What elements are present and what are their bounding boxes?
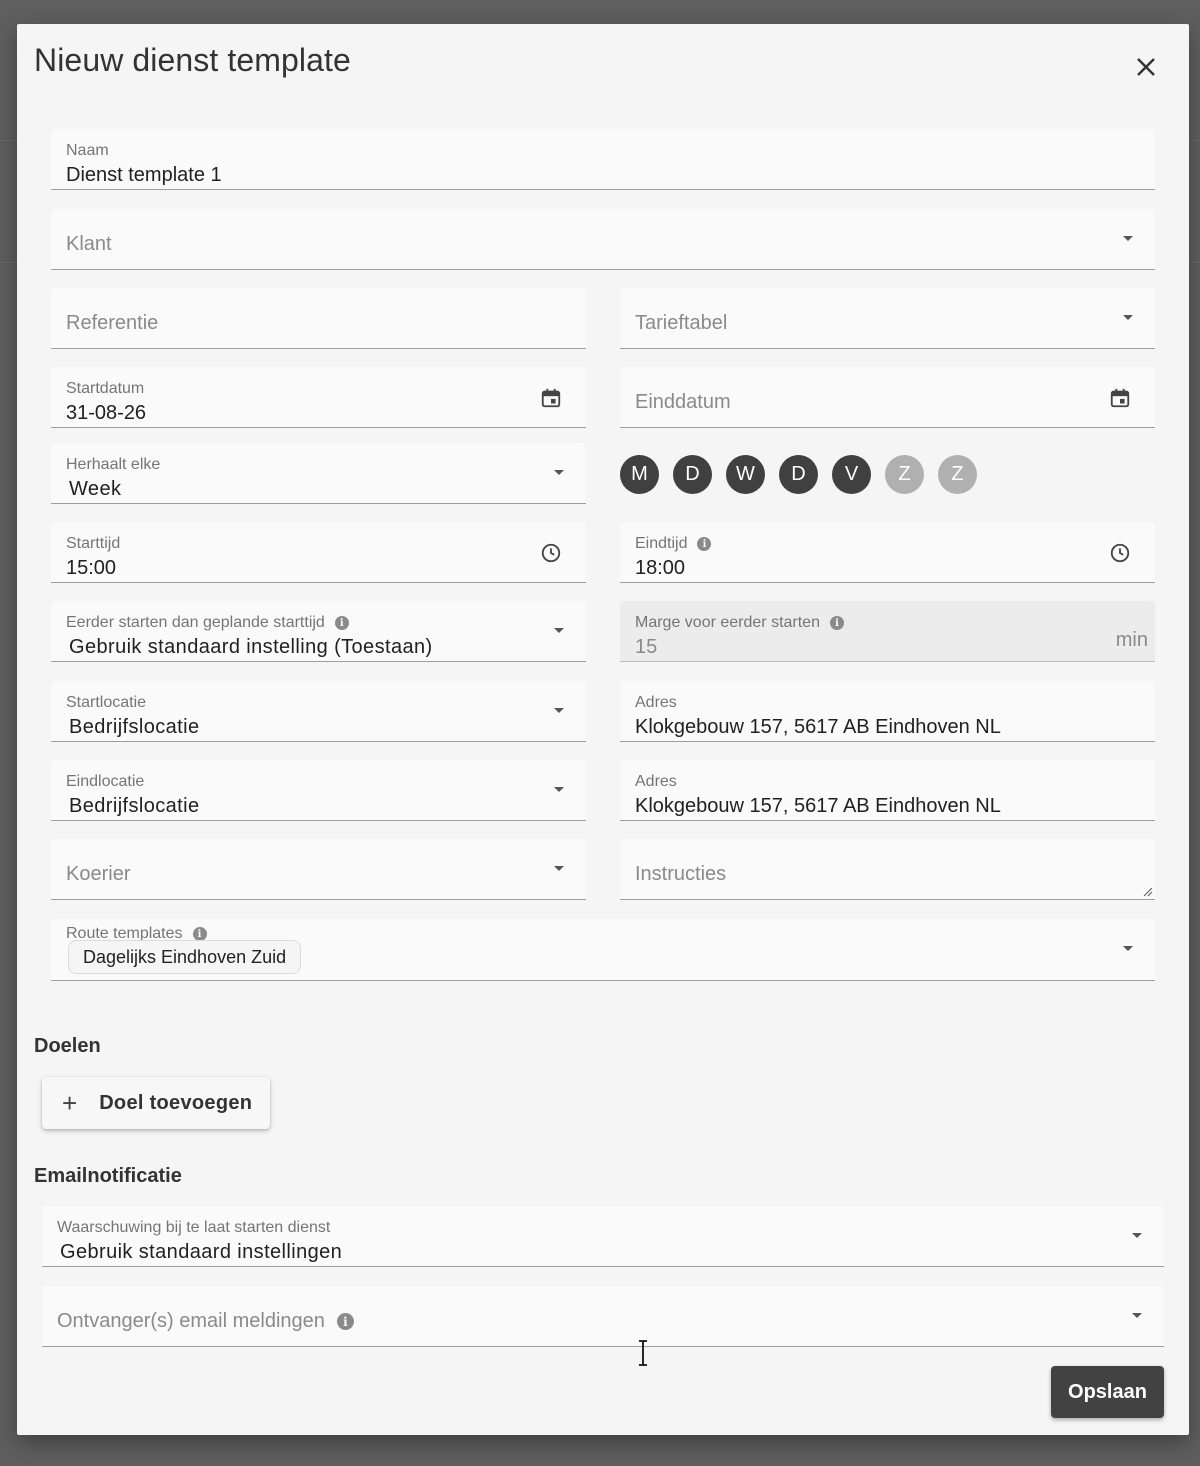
dialog-title: Nieuw dienst template (34, 42, 351, 78)
marge-unit: min (1115, 629, 1148, 651)
start-adres-label: Adres (635, 694, 677, 711)
add-doel-button[interactable]: + Doel toevoegen (42, 1077, 270, 1129)
info-icon[interactable]: i (192, 927, 207, 941)
info-icon[interactable]: i (334, 616, 349, 630)
eindlocatie-value: Bedrijfslocatie (69, 795, 200, 817)
startlocatie-value: Bedrijfslocatie (69, 716, 200, 738)
klant-select[interactable]: Klant (51, 209, 1155, 270)
close-icon (1137, 58, 1155, 76)
naam-label: Naam (66, 142, 109, 159)
herhaalt-label: Herhaalt elke (66, 456, 161, 473)
info-icon[interactable]: i (829, 616, 844, 630)
weekday-toggles: M D W D V Z Z (620, 455, 977, 494)
startdatum-label: Startdatum (66, 380, 145, 397)
klant-placeholder: Klant (66, 233, 112, 255)
weekday-toggle-wed[interactable]: W (726, 455, 765, 494)
eind-adres-field[interactable]: Adres Klokgebouw 157, 5617 AB Eindhoven … (620, 760, 1155, 821)
clock-icon[interactable] (1109, 542, 1131, 564)
chevron-down-icon (554, 866, 564, 871)
eerder-starten-label-wrap: Eerder starten dan geplande starttijd i (66, 614, 349, 632)
text-cursor-icon (639, 1340, 647, 1366)
marge-label: Marge voor eerder starten (635, 614, 820, 631)
startlocatie-label: Startlocatie (66, 694, 147, 711)
waarschuwing-value: Gebruik standaard instellingen (60, 1241, 343, 1263)
eindtijd-value: 18:00 (635, 557, 686, 579)
eind-adres-value: Klokgebouw 157, 5617 AB Eindhoven NL (635, 795, 1001, 817)
info-icon[interactable]: i (336, 1313, 354, 1330)
chevron-down-icon (554, 787, 564, 792)
marge-label-wrap: Marge voor eerder starten i (635, 614, 844, 632)
info-icon[interactable]: i (697, 537, 712, 551)
ontvangers-placeholder: Ontvanger(s) email meldingen (57, 1310, 325, 1332)
chevron-down-icon (1132, 1313, 1142, 1318)
add-doel-label: Doel toevoegen (99, 1091, 253, 1114)
starttijd-label: Starttijd (66, 535, 121, 552)
waarschuwing-label: Waarschuwing bij te laat starten dienst (57, 1219, 331, 1236)
herhaalt-select[interactable]: Herhaalt elke Week (51, 443, 586, 504)
chevron-down-icon (1123, 946, 1133, 951)
eerder-starten-select[interactable]: Eerder starten dan geplande starttijd i … (51, 601, 586, 662)
save-button[interactable]: Opslaan (1051, 1366, 1164, 1418)
einddatum-placeholder: Einddatum (635, 391, 731, 413)
chevron-down-icon (554, 628, 564, 633)
startdatum-value: 31-08-26 (66, 402, 147, 424)
close-button[interactable] (1133, 54, 1159, 80)
eindtijd-label: Eindtijd (635, 535, 688, 552)
route-templates-select[interactable]: Route templates i Dagelijks Eindhoven Zu… (51, 919, 1155, 981)
weekday-toggle-fri[interactable]: V (832, 455, 871, 494)
start-adres-field[interactable]: Adres Klokgebouw 157, 5617 AB Eindhoven … (620, 681, 1155, 742)
startlocatie-select[interactable]: Startlocatie Bedrijfslocatie (51, 681, 586, 742)
eindlocatie-label: Eindlocatie (66, 773, 145, 790)
tarieftabel-select[interactable]: Tarieftabel (620, 288, 1155, 349)
plus-icon: + (62, 1088, 78, 1118)
ontvangers-placeholder-wrap: Ontvanger(s) email meldingen i (57, 1310, 354, 1333)
resize-handle-icon[interactable] (1141, 885, 1153, 897)
instructies-textarea[interactable]: Instructies (620, 839, 1155, 900)
calendar-icon[interactable] (540, 387, 562, 409)
koerier-select[interactable]: Koerier (51, 839, 586, 900)
chevron-down-icon (1123, 236, 1133, 241)
marge-field: Marge voor eerder starten i 15 min (620, 601, 1155, 662)
emailnotificatie-heading: Emailnotificatie (34, 1165, 182, 1187)
chevron-down-icon (554, 708, 564, 713)
naam-field[interactable]: Naam Dienst template 1 (51, 129, 1155, 190)
eindlocatie-select[interactable]: Eindlocatie Bedrijfslocatie (51, 760, 586, 821)
instructies-placeholder: Instructies (635, 863, 727, 885)
eind-adres-label: Adres (635, 773, 677, 790)
tarieftabel-placeholder: Tarieftabel (635, 312, 728, 334)
einddatum-field[interactable]: Einddatum (620, 367, 1155, 428)
koerier-placeholder: Koerier (66, 863, 131, 885)
start-adres-value: Klokgebouw 157, 5617 AB Eindhoven NL (635, 716, 1001, 738)
weekday-toggle-sat[interactable]: Z (885, 455, 924, 494)
naam-value: Dienst template 1 (66, 164, 222, 186)
chevron-down-icon (554, 470, 564, 475)
doelen-heading: Doelen (34, 1035, 101, 1057)
eindtijd-label-wrap: Eindtijd i (635, 535, 712, 553)
eerder-starten-label: Eerder starten dan geplande starttijd (66, 614, 325, 631)
weekday-toggle-thu[interactable]: D (779, 455, 818, 494)
starttijd-field[interactable]: Starttijd 15:00 (51, 522, 586, 583)
chevron-down-icon (1132, 1233, 1142, 1238)
herhaalt-value: Week (69, 478, 122, 500)
clock-icon[interactable] (540, 542, 562, 564)
starttijd-value: 15:00 (66, 557, 117, 579)
startdatum-field[interactable]: Startdatum 31-08-26 (51, 367, 586, 428)
weekday-toggle-mon[interactable]: M (620, 455, 659, 494)
dialog: Nieuw dienst template Naam Dienst templa… (17, 24, 1189, 1435)
referentie-placeholder: Referentie (66, 312, 159, 334)
calendar-icon[interactable] (1109, 387, 1131, 409)
marge-value: 15 (635, 636, 658, 658)
route-template-chip[interactable]: Dagelijks Eindhoven Zuid (68, 940, 302, 974)
weekday-toggle-sun[interactable]: Z (938, 455, 977, 494)
ontvangers-select[interactable]: Ontvanger(s) email meldingen i (42, 1286, 1164, 1347)
eerder-starten-value: Gebruik standaard instelling (Toestaan) (69, 636, 433, 658)
weekday-toggle-tue[interactable]: D (673, 455, 712, 494)
chevron-down-icon (1123, 315, 1133, 320)
referentie-field[interactable]: Referentie (51, 288, 586, 349)
waarschuwing-select[interactable]: Waarschuwing bij te laat starten dienst … (42, 1206, 1164, 1267)
eindtijd-field[interactable]: Eindtijd i 18:00 (620, 522, 1155, 583)
